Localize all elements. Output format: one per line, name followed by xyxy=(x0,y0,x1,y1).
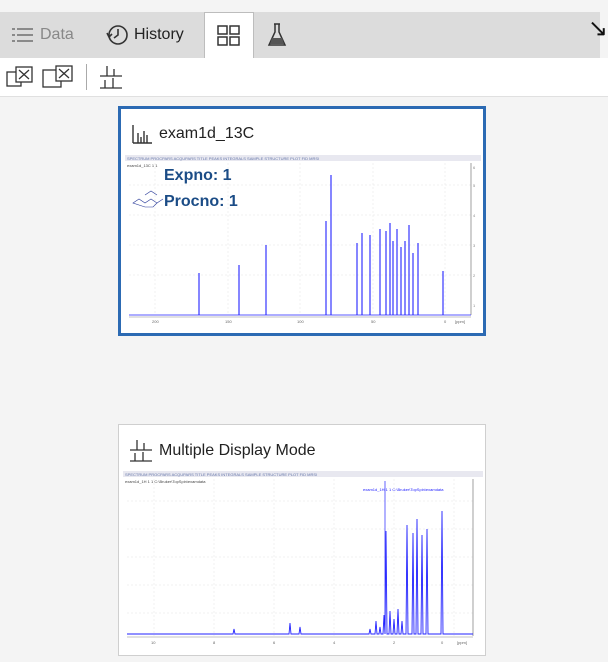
list-icon xyxy=(12,28,33,42)
x-tick: 150 xyxy=(225,319,232,324)
top-toolbar-area: Data History ↘ xyxy=(0,0,608,58)
overlay-legend: exam1d_1H 1 1 C:\Bruker\TopSpin\examdata xyxy=(363,487,444,492)
grid-view-icon xyxy=(217,24,240,46)
toolbar-separator xyxy=(86,64,87,90)
x-tick: [ppm] xyxy=(457,640,467,645)
x-tick: 10 xyxy=(151,640,156,645)
multiple-display-icon xyxy=(130,440,152,462)
tile-toolbar xyxy=(0,58,608,97)
tab-tiles[interactable] xyxy=(204,12,254,58)
close-tile-icon[interactable] xyxy=(6,64,38,90)
procno-label: Procno: 1 xyxy=(164,193,238,210)
corner-arrow-icon[interactable]: ↘ xyxy=(588,14,608,43)
spectrum-preview-multiple: SPECTRUM PROCPARS ACQUPARS TITLE PEAKS I… xyxy=(123,471,483,651)
view-tab-bar: Data History xyxy=(0,12,600,58)
multiple-display-icon[interactable] xyxy=(98,64,124,90)
tile-title-text: exam1d_13C xyxy=(159,125,255,142)
dataset-tile-exam1d-13c[interactable]: exam1d_13C SPECTRUM PROCPARS ACQUPARS TI… xyxy=(118,106,486,336)
x-tick: 50 xyxy=(371,319,376,324)
tile-tab-strip: SPECTRUM PROCPARS ACQUPARS TITLE PEAKS I… xyxy=(125,472,317,477)
tile-sub-caption: exam1d_1H 1 1 C:\Bruker\TopSpin\examdata xyxy=(125,479,206,484)
close-all-tiles-icon[interactable] xyxy=(42,64,76,90)
x-tick: [ppm] xyxy=(455,319,465,324)
tab-data[interactable]: Data xyxy=(12,12,74,58)
tile-tab-strip: SPECTRUM PROCPARS ACQUPARS TITLE PEAKS I… xyxy=(127,156,319,161)
tab-data-label: Data xyxy=(40,26,74,43)
spectrum-icon xyxy=(132,125,152,144)
dataset-tile-multiple-display[interactable]: Multiple Display Mode SPECTRUM PROCPARS … xyxy=(118,424,486,656)
tab-history-label: History xyxy=(134,26,184,43)
flask-icon xyxy=(267,23,287,46)
tile-sub-caption: exam1d_13C 1 1 xyxy=(127,163,158,168)
x-tick: 200 xyxy=(152,319,159,324)
tab-experiment[interactable] xyxy=(262,12,292,58)
tile-title: Multiple Display Mode xyxy=(129,439,316,463)
tile-title-text: Multiple Display Mode xyxy=(159,442,316,459)
tab-history[interactable]: History xyxy=(104,12,184,58)
history-icon xyxy=(106,25,128,45)
tile-title: exam1d_13C xyxy=(131,123,254,145)
expno-label: Expno: 1 xyxy=(164,167,232,184)
x-tick: 100 xyxy=(297,319,304,324)
